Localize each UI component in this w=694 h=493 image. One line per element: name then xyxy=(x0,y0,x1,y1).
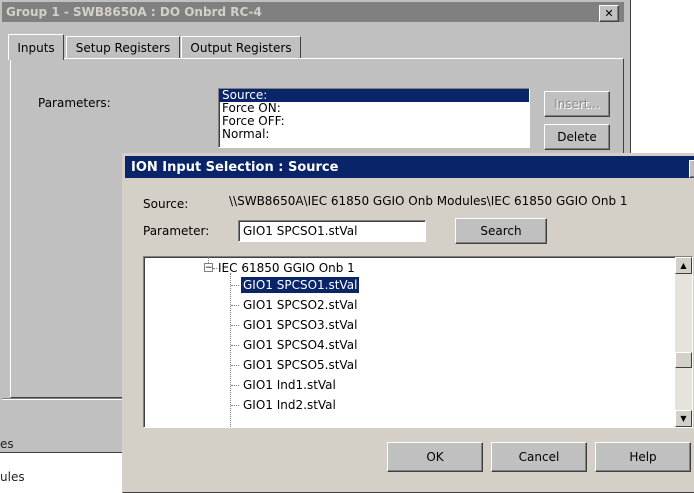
close-icon: ✕ xyxy=(604,7,614,20)
tree-connector xyxy=(231,345,239,346)
background-title-bar: Group 1 - SWB8650A : DO Onbrd RC-4 ✕ xyxy=(2,2,624,22)
parameter-list-item[interactable]: Normal: xyxy=(219,128,529,141)
tree-item[interactable]: GIO1 Ind2.stVal xyxy=(243,397,336,413)
tree-item[interactable]: GIO1 SPCSO4.stVal xyxy=(243,337,357,353)
tree-parent-node[interactable]: IEC 61850 GGIO Onb 1 xyxy=(218,260,355,276)
arrow-up-icon: ▲ xyxy=(680,261,687,270)
cancel-button[interactable]: Cancel xyxy=(491,442,587,472)
tree-connector xyxy=(231,285,239,286)
tree-connector xyxy=(231,325,239,326)
tab-output-registers[interactable]: Output Registers xyxy=(181,36,301,58)
tree-connector xyxy=(231,385,239,386)
scroll-up-button[interactable]: ▲ xyxy=(675,257,692,274)
parameter-label: Parameter: xyxy=(143,224,210,238)
search-button[interactable]: Search xyxy=(455,218,547,244)
dialog-close-button[interactable]: ✕ xyxy=(689,160,694,178)
partial-text: es xyxy=(0,437,14,451)
tree-item[interactable]: GIO1 SPCSO1.stVal xyxy=(241,277,360,293)
tree-connector xyxy=(231,365,239,366)
tab-inputs[interactable]: Inputs xyxy=(8,34,64,60)
dialog-title-bar: ION Input Selection : Source ✕ xyxy=(125,156,694,178)
arrow-down-icon: ▼ xyxy=(680,414,687,423)
parameter-input[interactable]: GIO1 SPCSO1.stVal xyxy=(238,220,426,242)
background-title-text: Group 1 - SWB8650A : DO Onbrd RC-4 xyxy=(6,5,262,19)
ion-input-selection-dialog: ION Input Selection : Source ✕ Source: \… xyxy=(122,153,694,493)
insert-button[interactable]: Insert... xyxy=(544,91,610,117)
source-value: \\SWB8650A\IEC 61850 GGIO Onb Modules\IE… xyxy=(229,194,628,208)
ok-button[interactable]: OK xyxy=(387,442,483,472)
scroll-down-button[interactable]: ▼ xyxy=(675,410,692,427)
collapse-icon[interactable]: − xyxy=(204,263,213,273)
input-tree-view[interactable]: − IEC 61850 GGIO Onb 1 GIO1 SPCSO1.stVal… xyxy=(143,256,693,428)
scroll-thumb[interactable] xyxy=(675,352,692,368)
parameters-list[interactable]: Source: Force ON: Force OFF: Normal: xyxy=(218,88,530,148)
tree-connector xyxy=(231,405,239,406)
tree-item[interactable]: GIO1 Ind1.stVal xyxy=(243,377,336,393)
background-close-button[interactable]: ✕ xyxy=(599,5,619,22)
tab-setup-registers[interactable]: Setup Registers xyxy=(66,36,180,58)
tree-connector xyxy=(231,305,239,306)
delete-button[interactable]: Delete xyxy=(544,124,610,150)
partial-text: ules xyxy=(0,470,25,484)
tree-item[interactable]: GIO1 SPCSO2.stVal xyxy=(243,297,357,313)
source-label: Source: xyxy=(143,197,189,211)
tree-item[interactable]: GIO1 SPCSO5.stVal xyxy=(243,357,357,373)
tree-scrollbar[interactable]: ▲ ▼ xyxy=(675,257,692,427)
dialog-title-text: ION Input Selection : Source xyxy=(131,159,339,175)
parameters-label: Parameters: xyxy=(38,96,111,110)
tree-connector xyxy=(213,268,217,269)
tree-item[interactable]: GIO1 SPCSO3.stVal xyxy=(243,317,357,333)
help-button[interactable]: Help xyxy=(595,442,691,472)
